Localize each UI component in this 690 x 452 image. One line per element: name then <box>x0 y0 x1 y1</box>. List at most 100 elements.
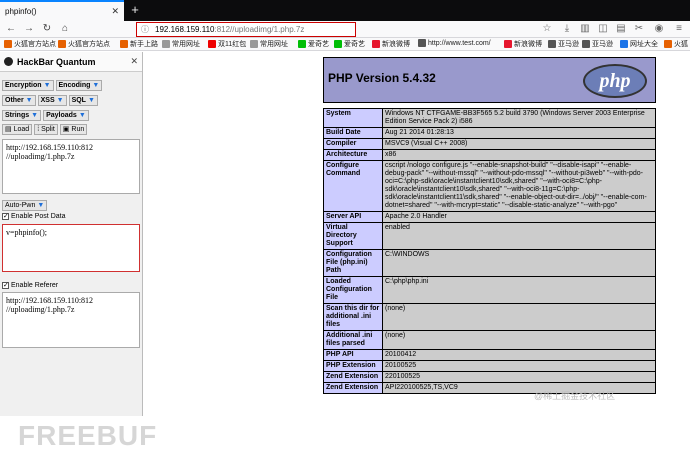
bookmark-label: 亚马逊 <box>592 41 613 48</box>
bookmark-label: 网址大全 <box>630 41 658 48</box>
button-label: Run <box>71 125 85 133</box>
hackbar-sidebar: HackBar Quantum ✕ Encryption ▼ Encoding ▼ … <box>0 52 156 451</box>
chevron-down-icon: ▼ <box>87 96 95 104</box>
close-icon[interactable]: ✕ <box>111 6 119 17</box>
info-key: Server API <box>323 211 383 223</box>
post-data-textarea[interactable]: v=phpinfo(); <box>2 224 140 272</box>
extension-icon[interactable]: ◉ <box>652 22 666 36</box>
other-menu[interactable]: Other ▼ <box>2 95 36 106</box>
bookmark-item[interactable]: 常用网址 <box>162 39 200 49</box>
info-icon[interactable]: ⓘ <box>141 23 149 36</box>
bookmark-icon <box>418 39 426 47</box>
button-label: Split <box>41 125 55 133</box>
sql-menu[interactable]: SQL ▼ <box>68 95 98 106</box>
close-icon[interactable]: ✕ <box>130 56 138 67</box>
auto-pwn-menu[interactable]: Auto-Pwn ▼ <box>2 200 48 211</box>
bookmark-icon <box>58 40 66 48</box>
library-icon[interactable]: ▥ <box>578 22 592 36</box>
encryption-menu[interactable]: Encryption ▼ <box>2 80 54 91</box>
menu-label: XSS <box>40 96 55 104</box>
bookmarks-bar: 火狐官方站点 火狐官方站点 新手上路 常用网址 双11红包 常用网址 爱奇艺 爱… <box>0 38 690 51</box>
strings-menu[interactable]: Strings ▼ <box>2 110 42 121</box>
info-key: Compiler <box>323 138 383 150</box>
info-value: Aug 21 2014 01:28:13 <box>382 127 656 139</box>
nav-bar: ← → ↻ ⌂ ⓘ 192.168.159.110:812//uploadimg… <box>0 21 690 38</box>
table-row: Zend Extension 220100525 <box>323 371 656 383</box>
bookmark-item[interactable]: 网址大全 <box>620 39 658 49</box>
menu-icon[interactable]: ≡ <box>672 22 686 36</box>
screenshot-icon[interactable]: ✂ <box>632 22 646 36</box>
encoding-menu[interactable]: Encoding ▼ <box>55 80 103 91</box>
bookmark-item[interactable]: 爱奇艺 <box>298 39 329 49</box>
forward-icon[interactable]: → <box>22 22 36 36</box>
bookmark-item[interactable]: 爱奇艺 <box>334 39 365 49</box>
reader-icon[interactable]: ▤ <box>614 22 628 36</box>
bookmark-star-icon[interactable]: ☆ <box>540 22 554 36</box>
chevron-down-icon: ▼ <box>25 96 33 104</box>
bookmark-item[interactable]: 常用网址 <box>250 39 288 49</box>
table-row: Scan this dir for additional .ini files(… <box>323 303 656 331</box>
home-icon[interactable]: ⌂ <box>58 22 72 36</box>
bookmark-item[interactable]: 亚马逊 <box>548 39 579 49</box>
bookmark-label: 新手上路 <box>130 41 158 48</box>
bookmark-item[interactable]: 亚马逊 <box>582 39 613 49</box>
info-key: Configure Command <box>323 160 383 212</box>
checkmark-icon: ✓ <box>2 213 9 220</box>
reload-icon[interactable]: ↻ <box>40 22 54 36</box>
phpinfo-table: System Windows NT CTFGAME-BB3F565 5.2 bui… <box>323 108 656 394</box>
bookmark-item[interactable]: 新手上路 <box>120 39 158 49</box>
split-button[interactable]: ⁞ Split <box>34 124 58 135</box>
chevron-down-icon: ▼ <box>78 111 86 119</box>
load-icon: ▤ <box>5 125 12 133</box>
info-value: enabled <box>382 222 656 250</box>
table-row: PHP API 20100412 <box>323 349 656 361</box>
enable-post-checkbox[interactable]: ✓ Enable Post Data <box>2 213 65 220</box>
folder-icon <box>250 40 258 48</box>
auto-pwn-row: Auto-Pwn ▼ <box>2 200 48 211</box>
info-value: cscript /nologo configure.js "--enable-s… <box>382 160 656 212</box>
download-icon[interactable]: ⤓ <box>560 22 574 36</box>
hackbar-action-row: ▤ Load ⁞ Split ▣ Run <box>2 124 88 135</box>
sidebar-icon[interactable]: ◫ <box>596 22 610 36</box>
bookmark-item[interactable]: 火狐官方站点 <box>4 39 56 49</box>
info-value: x86 <box>382 149 656 161</box>
info-key: Architecture <box>323 149 383 161</box>
bookmark-label: 爱奇艺 <box>308 41 329 48</box>
info-value: (none) <box>382 330 656 350</box>
referer-textarea[interactable]: http://192.168.159.110:812 //uploadimg/1… <box>2 292 140 348</box>
bookmark-item[interactable]: 新浪微博 <box>372 39 410 49</box>
tab-strip: phpinfo() ✕ + <box>0 0 690 21</box>
php-version-banner: PHP Version 5.4.32 php <box>323 57 656 103</box>
payloads-menu[interactable]: Payloads ▼ <box>43 110 89 121</box>
bookmark-label: http://www.test.com/ <box>428 39 491 47</box>
bookmark-item[interactable]: 火狐 <box>664 39 688 49</box>
table-row: PHP Extension 20100525 <box>323 360 656 372</box>
run-button[interactable]: ▣ Run <box>59 124 88 135</box>
table-row: Server API Apache 2.0 Handler <box>323 211 656 223</box>
bookmark-label: 火狐 <box>674 41 688 48</box>
menu-label: Encryption <box>5 81 42 89</box>
hackbar-title: HackBar Quantum <box>17 56 96 67</box>
info-value: 20100525 <box>382 360 656 372</box>
bookmark-label: 火狐官方站点 <box>14 41 56 48</box>
load-button[interactable]: ▤ Load <box>2 124 33 135</box>
info-key: Configuration File (php.ini) Path <box>323 249 383 277</box>
url-textarea[interactable]: http://192.168.159.110:812 //uploadimg/1… <box>2 139 140 194</box>
back-icon[interactable]: ← <box>4 22 18 36</box>
hackbar-menu-row: Encryption ▼ Encoding ▼ <box>2 80 103 91</box>
xss-menu[interactable]: XSS ▼ <box>37 95 67 106</box>
tab-phpinfo[interactable]: phpinfo() ✕ <box>0 0 124 21</box>
enable-referer-checkbox[interactable]: ✓ Enable Referer <box>2 282 58 289</box>
chevron-down-icon: ▼ <box>31 111 39 119</box>
bookmark-item[interactable]: 新浪微博 <box>504 39 542 49</box>
bookmark-item[interactable]: 火狐官方站点 <box>58 39 110 49</box>
new-tab-button[interactable]: + <box>127 2 143 18</box>
info-value: MSVC9 (Visual C++ 2008) <box>382 138 656 150</box>
table-row: Loaded Configuration File C:\php\php.ini <box>323 276 656 304</box>
bookmark-item[interactable]: http://www.test.com/ <box>418 39 491 47</box>
bookmark-item[interactable]: 双11红包 <box>208 39 246 49</box>
info-value: Windows NT CTFGAME-BB3F565 5.2 build 379… <box>382 108 656 128</box>
bookmark-icon <box>334 40 342 48</box>
watermark-juejin: @稀土掘金技术社区 <box>534 391 616 401</box>
url-bar[interactable]: ⓘ 192.168.159.110:812//uploadimg/1.php.7… <box>136 22 356 37</box>
